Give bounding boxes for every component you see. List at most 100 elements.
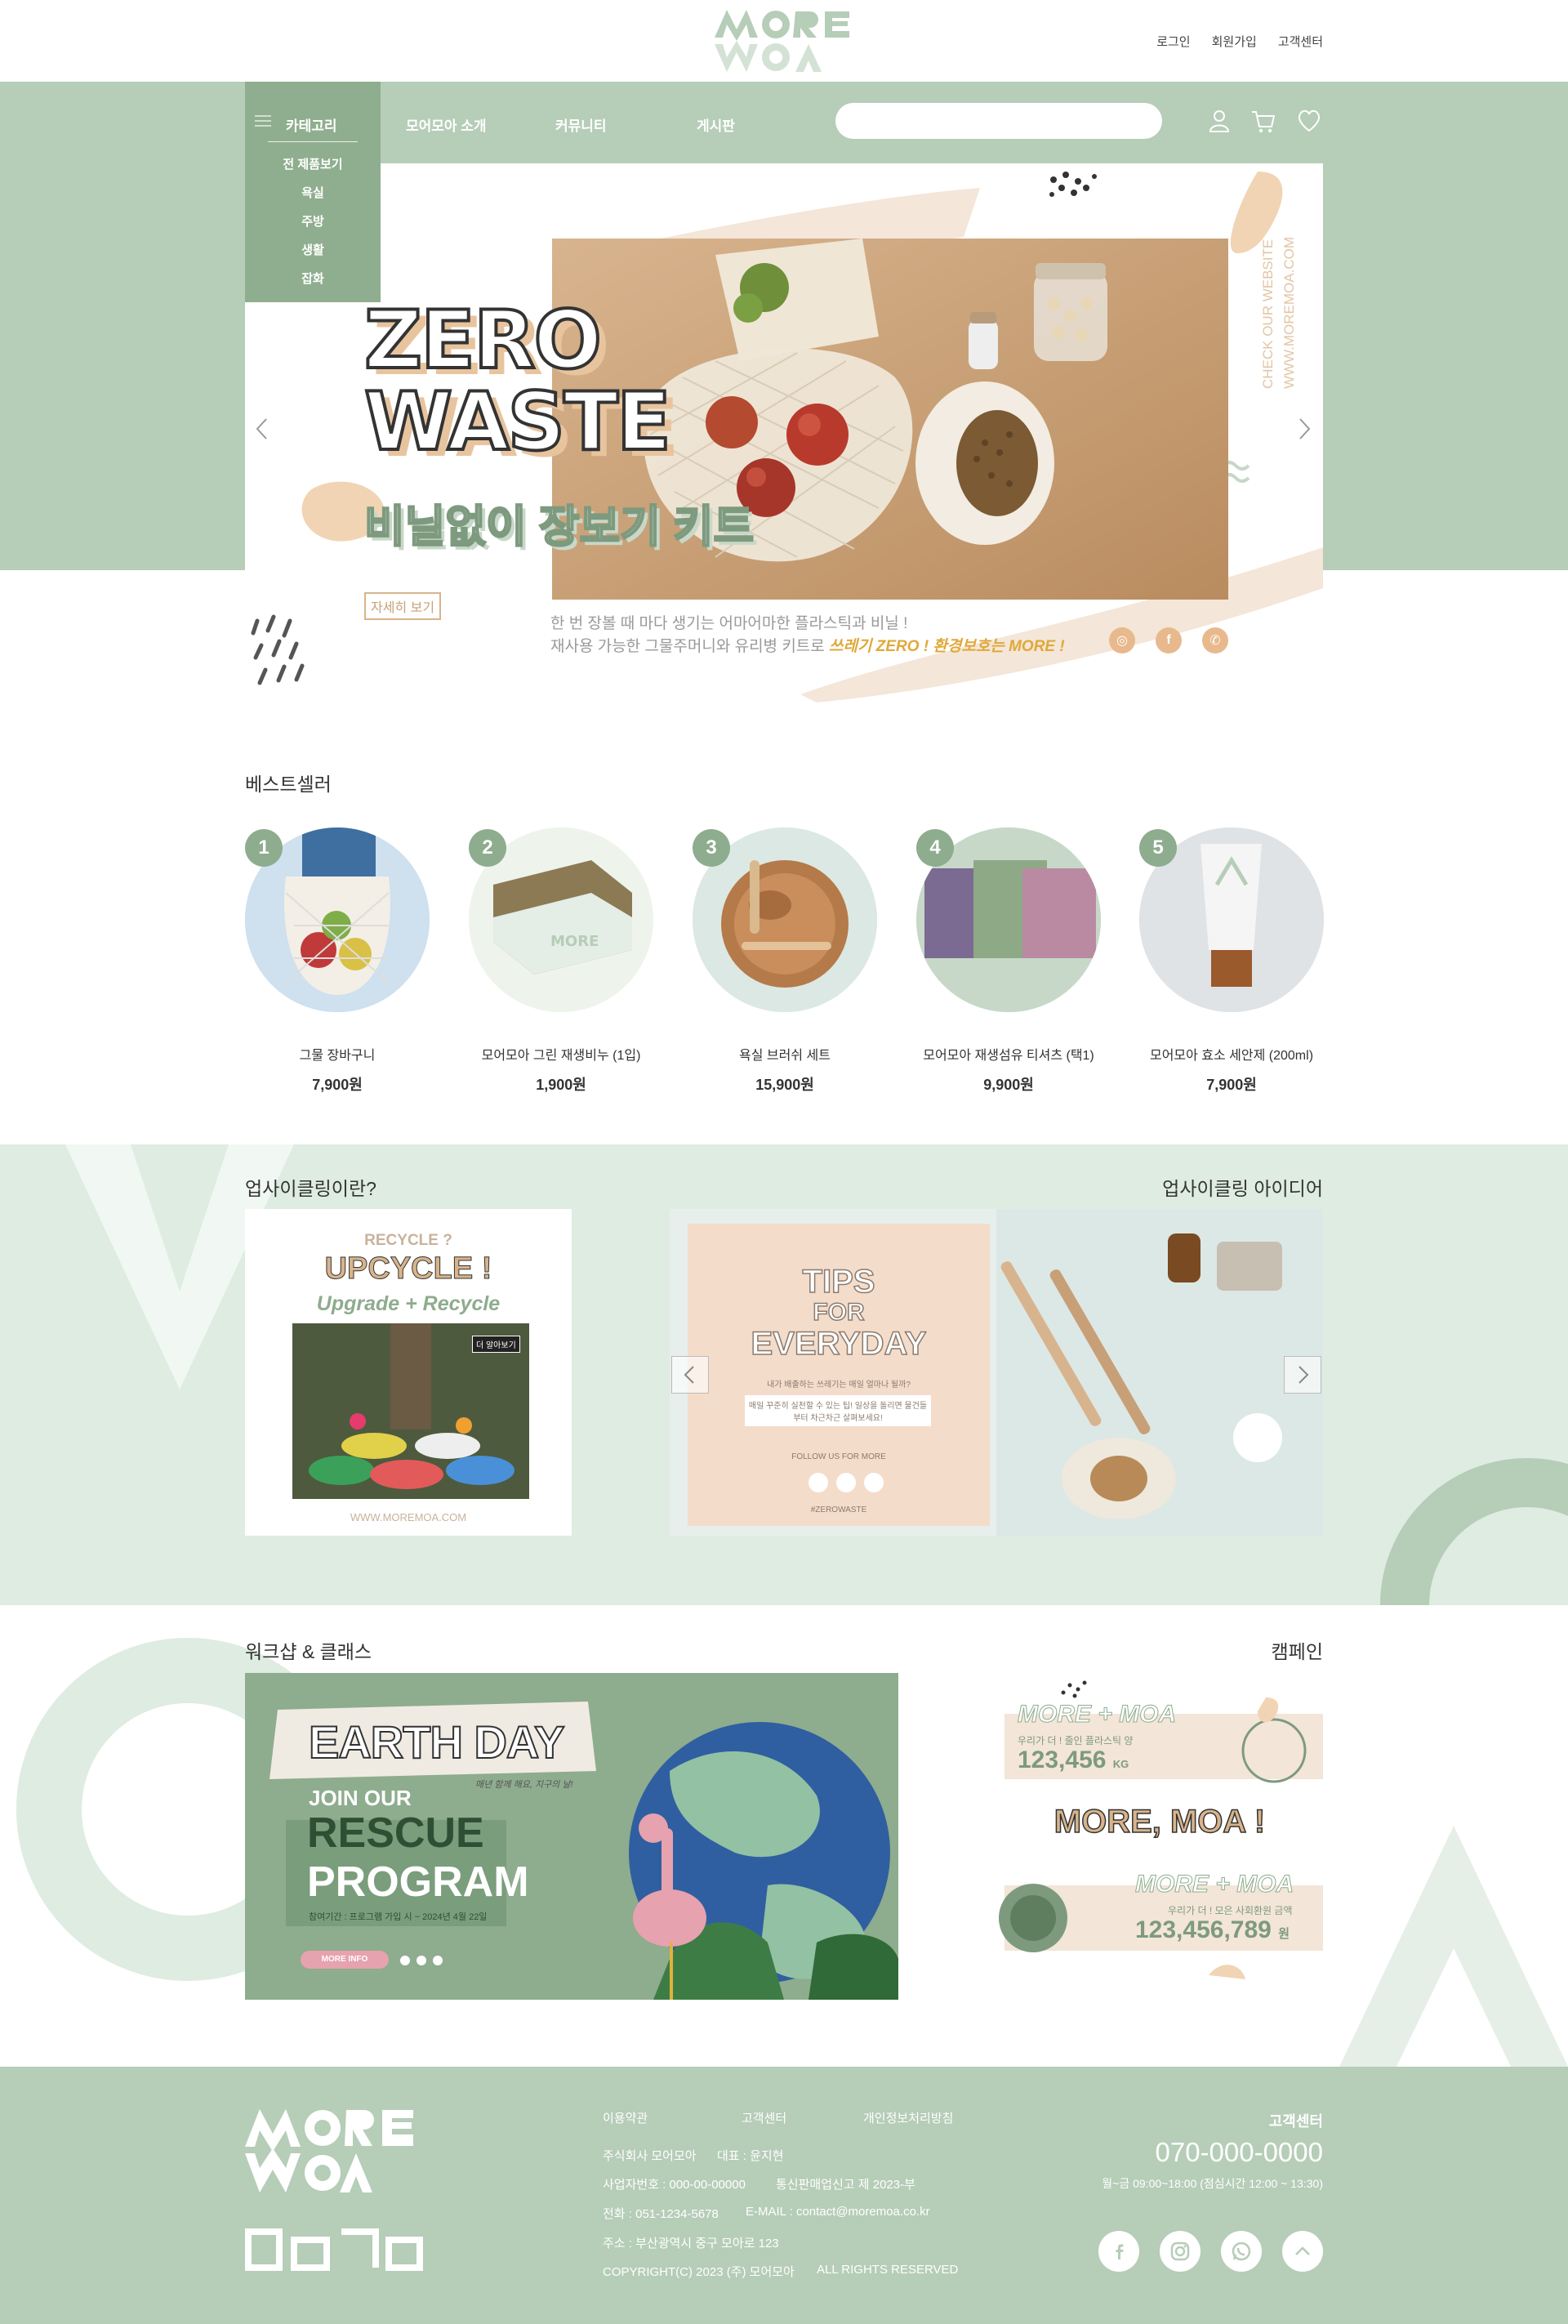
product-price: 7,900원 <box>1206 1077 1257 1093</box>
rescue-text: RESCUE <box>307 1809 484 1857</box>
footer-company: 주식회사 모어모아 <box>603 2149 697 2163</box>
signup-link[interactable]: 회원가입 <box>1212 33 1257 50</box>
chevron-right-icon <box>1298 1366 1309 1384</box>
earth-social <box>400 1956 443 1965</box>
footer-cs-link[interactable]: 고객센터 <box>742 2109 786 2126</box>
customer-center-link[interactable]: 고객센터 <box>1278 33 1323 50</box>
hero-title-line2: WASTE <box>363 374 673 471</box>
campaign-banner2-value: 123,456,789 원 <box>1135 1916 1290 1944</box>
earth-day-banner[interactable]: EARTH DAY 매년 함께 해요, 지구의 날! JOIN OUR RESC… <box>245 1673 898 2000</box>
hero-desc-prefix: 재사용 가능한 그물주머니와 유리병 키트로 <box>550 638 830 655</box>
rank-badge: 4 <box>916 829 954 867</box>
tips-prev-button[interactable] <box>671 1356 709 1394</box>
hero-subtitle: 비닐없이 장보기 키트 <box>363 502 755 553</box>
scroll-top-button[interactable] <box>1282 2231 1323 2272</box>
whatsapp-icon[interactable] <box>864 1473 884 1492</box>
product-name[interactable]: 욕실 브러쉬 세트 <box>687 1044 883 1064</box>
tips-follow: FOLLOW US FOR MORE <box>791 1452 886 1461</box>
hero-title-line1: ZERO <box>363 292 604 389</box>
campaign-banner2-number: 123,456,789 <box>1135 1916 1272 1943</box>
footer-biz-no: 사업자번호 : 000-00-00000 <box>603 2178 746 2192</box>
upcycle-card[interactable]: RECYCLE ? UPCYCLE ! Upgrade + Recycle 더 … <box>245 1209 572 1536</box>
footer-cs-phone: 070-000-0000 <box>1155 2137 1323 2167</box>
instagram-icon[interactable] <box>836 1473 856 1492</box>
campaign-banner1-value: 123,456 KG <box>1018 1746 1129 1774</box>
facebook-icon[interactable] <box>808 1473 828 1492</box>
category-item-living[interactable]: 생활 <box>245 241 381 258</box>
tips-next-button[interactable] <box>1284 1356 1321 1394</box>
detail-button[interactable]: 자세히 보기 <box>364 592 442 620</box>
footer-cs-hours: 월~금 09:00~18:00 (점심시간 12:00 ~ 13:30) <box>1102 2177 1323 2190</box>
facebook-icon[interactable] <box>400 1956 410 1965</box>
product-name[interactable]: 모어모아 재생섬유 티셔츠 (택1) <box>911 1044 1107 1064</box>
search-input[interactable] <box>835 103 1162 139</box>
footer-whatsapp-icon[interactable] <box>1221 2231 1262 2272</box>
tips-title: TIPS FOR EVERYDAY <box>688 1264 990 1362</box>
campaign-banner1-title: MORE + MOA <box>1017 1701 1177 1729</box>
footer-facebook-icon[interactable] <box>1098 2231 1139 2272</box>
tips-question: 내가 배출하는 쓰레기는 매일 얼마나 될까? <box>767 1381 911 1389</box>
category-item-all[interactable]: 전 제품보기 <box>245 155 381 172</box>
campaign-banner1-sub: 우리가 더 ! 줄인 플라스틱 양 <box>1018 1735 1134 1746</box>
tips-slider[interactable]: TIPS FOR EVERYDAY 내가 배출하는 쓰레기는 매일 얼마나 될까… <box>670 1209 1323 1536</box>
tips-card: TIPS FOR EVERYDAY 내가 배출하는 쓰레기는 매일 얼마나 될까… <box>688 1224 990 1526</box>
earth-day-title: EARTH DAY <box>308 1715 566 1769</box>
hero-instagram-icon[interactable]: ◎ <box>1109 627 1135 653</box>
vertical-line2: WWW.MOREMOA.COM <box>1281 237 1297 390</box>
upcycling-title: 업사이클링이란? <box>245 1178 376 1199</box>
footer-ceo: 대표 : 윤지현 <box>717 2149 784 2163</box>
footer-terms-link[interactable]: 이용약관 <box>603 2109 648 2126</box>
product-price: 9,900원 <box>983 1077 1034 1093</box>
upcycling-idea-title: 업사이클링 아이디어 <box>1162 1178 1323 1199</box>
login-link[interactable]: 로그인 <box>1156 33 1190 50</box>
instagram-icon[interactable] <box>416 1956 426 1965</box>
whatsapp-icon[interactable] <box>433 1956 443 1965</box>
arrow-up-icon <box>1295 2246 1310 2255</box>
footer-instagram-icon[interactable] <box>1160 2231 1200 2272</box>
tips-line3: EVERYDAY <box>751 1326 927 1362</box>
category-item-goods[interactable]: 잡화 <box>245 270 381 287</box>
footer-logo[interactable] <box>245 2106 433 2196</box>
category-item-bathroom[interactable]: 욕실 <box>245 184 381 201</box>
more-info-button[interactable]: MORE INFO <box>301 1951 389 1969</box>
product-name[interactable]: 모어모아 그린 재생비누 (1입) <box>463 1044 659 1064</box>
tips-line1: TIPS <box>802 1264 875 1300</box>
product-price: 15,900원 <box>755 1077 814 1093</box>
footer-privacy-link[interactable]: 개인정보처리방침 <box>863 2109 953 2126</box>
join-text: JOIN OUR <box>309 1786 412 1810</box>
moremoa-logo[interactable] <box>710 5 858 77</box>
campaign-title: 캠페인 <box>1271 1641 1323 1662</box>
footer-korean-logo <box>245 2228 423 2271</box>
category-item-kitchen[interactable]: 주방 <box>245 212 381 230</box>
heart-icon[interactable] <box>1295 107 1323 135</box>
product-name[interactable]: 모어모아 효소 세안제 (200ml) <box>1134 1044 1330 1064</box>
campaign-banner1-unit: KG <box>1112 1758 1129 1770</box>
product-name[interactable]: 그물 장바구니 <box>239 1044 435 1064</box>
user-icon[interactable] <box>1205 107 1233 135</box>
campaign-middle: MORE, MOA ! <box>1054 1803 1266 1840</box>
nav-board[interactable]: 게시판 <box>697 114 735 135</box>
card-formula-text: Upgrade + Recycle <box>316 1292 501 1315</box>
footer-copyright: COPYRIGHT(C) 2023 (주) 모어모아 <box>603 2265 795 2279</box>
chevron-left-icon[interactable] <box>253 417 271 441</box>
product-price: 7,900원 <box>312 1077 363 1093</box>
menu-icon[interactable] <box>255 115 271 127</box>
hero-desc-highlight: 쓰레기 ZERO ! 환경보호는 MORE ! <box>829 638 1065 655</box>
top-links: 로그인 회원가입 고객센터 <box>1156 33 1323 50</box>
campaign-banner2-sub: 우리가 더 ! 모은 사회환원 금액 <box>1168 1905 1293 1916</box>
category-title[interactable]: 카테고리 <box>286 114 337 135</box>
earth-day-sub: 매년 함께 해요, 지구의 날! <box>475 1780 573 1790</box>
hero-facebook-icon[interactable]: f <box>1156 627 1182 653</box>
hero-whatsapp-icon[interactable]: ✆ <box>1202 627 1228 653</box>
hero-desc-line1: 한 번 장볼 때 마다 생기는 어마어마한 플라스틱과 비닐 ! <box>550 615 908 632</box>
campaign-banner[interactable]: MORE + MOA 우리가 더 ! 줄인 플라스틱 양 123,456 KG … <box>996 1673 1323 2000</box>
cart-icon[interactable] <box>1250 107 1277 135</box>
nav-about[interactable]: 모어모아 소개 <box>406 114 487 135</box>
footer-rights: ALL RIGHTS RESERVED <box>817 2263 959 2277</box>
card-more-button[interactable]: 더 알아보기 <box>472 1336 520 1353</box>
rank-badge: 2 <box>469 829 506 867</box>
workshop-title: 워크샵 & 클래스 <box>245 1641 372 1662</box>
chevron-right-icon[interactable] <box>1295 417 1313 441</box>
tips-body: 매일 꾸준히 실천할 수 있는 팁! 일상을 돌리면 물건들부터 차근차근 살펴… <box>745 1395 931 1426</box>
nav-community[interactable]: 커뮤니티 <box>555 114 607 135</box>
